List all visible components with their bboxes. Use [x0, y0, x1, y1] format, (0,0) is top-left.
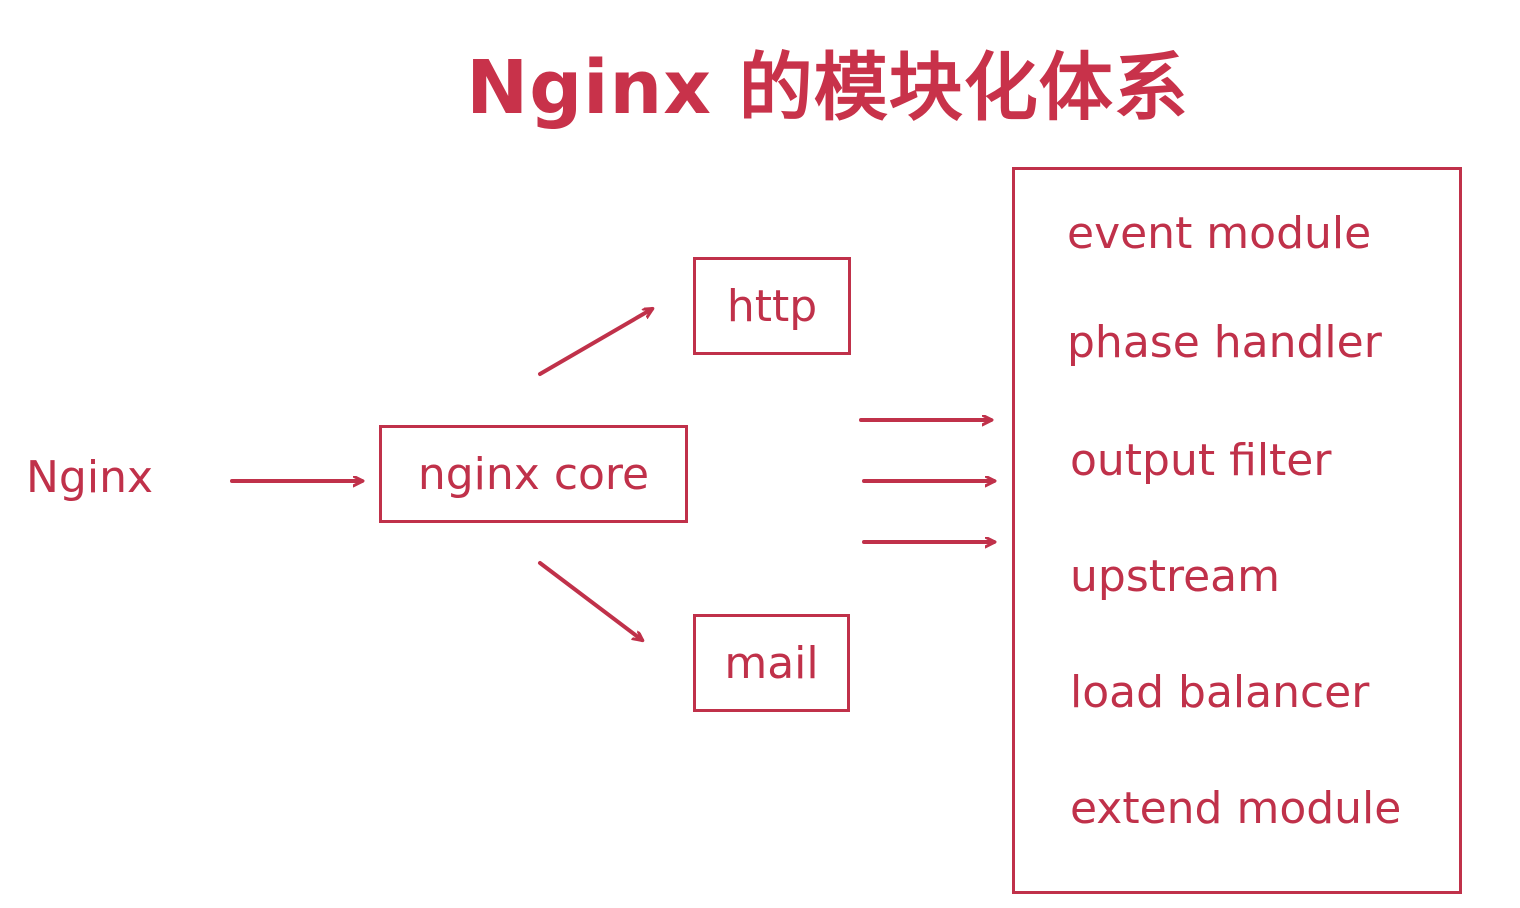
arrow-core-to-http	[538, 309, 652, 376]
arrows-layer	[230, 0, 1520, 908]
arrow-core-to-mail	[538, 561, 642, 640]
